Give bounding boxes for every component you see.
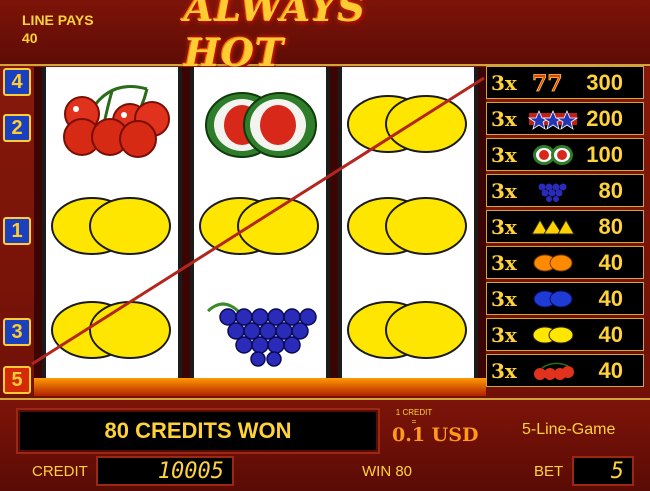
reel-1: [42, 67, 182, 383]
pay-value: 40: [598, 285, 623, 311]
melons-icon: [525, 142, 581, 168]
top-bar: LINE PAYS 40 ALWAYS HOT: [0, 0, 650, 75]
symbol-cherries: [46, 69, 178, 169]
plums-icon: [525, 286, 581, 312]
oranges-icon: [525, 250, 581, 276]
symbol-lemon: [342, 175, 474, 275]
stars-icon: [525, 106, 581, 132]
pay-value: 80: [598, 213, 623, 239]
game-logo: ALWAYS HOT: [184, 0, 460, 75]
symbol-melon: [194, 75, 326, 175]
pay-multiplier: 3x: [491, 286, 517, 311]
line-pays-value: 40: [22, 30, 38, 46]
win-display: WIN 80: [362, 463, 413, 480]
paytable-row: 3x 40: [486, 282, 644, 315]
pay-multiplier: 3x: [491, 106, 517, 131]
line-pays-label: LINE PAYS: [22, 12, 94, 28]
paytable-row: 3x 100: [486, 138, 644, 171]
paytable: 3x 77 300 3x 200 3x 100 3x 80 3x 80 3x 4…: [486, 66, 646, 391]
logo-text: ALWAYS HOT: [184, 0, 367, 75]
reels-area: [34, 67, 486, 389]
line-3-badge[interactable]: 3: [3, 318, 31, 346]
reel-3: [338, 67, 478, 383]
pay-value: 200: [586, 105, 623, 131]
symbol-grapes: [194, 279, 326, 379]
line-2-badge[interactable]: 2: [3, 114, 31, 142]
pay-value: 80: [598, 177, 623, 203]
paytable-row: 3x 77 300: [486, 66, 644, 99]
symbol-lemon: [342, 73, 474, 173]
credit-label: CREDIT: [32, 463, 88, 480]
pay-value: 40: [598, 321, 623, 347]
pay-multiplier: 3x: [491, 214, 517, 239]
lemons-icon: [525, 322, 581, 348]
win-message: 80 CREDITS WON: [18, 410, 378, 452]
cherries-icon: [525, 358, 581, 384]
grapes-icon: [525, 178, 581, 204]
paytable-row: 3x 40: [486, 246, 644, 279]
paytable-row: 3x 40: [486, 354, 644, 387]
pay-value: 40: [598, 249, 623, 275]
game-name: 5-Line-Game: [522, 421, 616, 438]
symbol-lemon: [46, 175, 178, 275]
pay-multiplier: 3x: [491, 142, 517, 167]
sevens-icon: 77: [525, 70, 581, 96]
paytable-row: 3x 80: [486, 210, 644, 243]
credit-rate-value: 0.1 USD: [392, 424, 479, 446]
line-4-badge[interactable]: 4: [3, 68, 31, 96]
paytable-row: 3x 200: [486, 102, 644, 135]
pay-multiplier: 3x: [491, 322, 517, 347]
bet-label: BET: [534, 463, 564, 480]
fire-strip: [34, 378, 486, 396]
pay-value: 300: [586, 69, 623, 95]
reel-2: [190, 67, 330, 383]
line-5-badge[interactable]: 5: [3, 366, 31, 394]
pay-multiplier: 3x: [491, 358, 517, 383]
paytable-row: 3x 40: [486, 318, 644, 351]
credit-display: 10005: [96, 456, 234, 486]
pay-multiplier: 3x: [491, 250, 517, 275]
svg-text:77: 77: [532, 72, 563, 94]
symbol-lemon: [342, 279, 474, 379]
pay-value: 100: [586, 141, 623, 167]
pay-value: 40: [598, 357, 623, 383]
bet-display[interactable]: 5: [572, 456, 634, 486]
bells-icon: [525, 214, 581, 240]
line-1-badge[interactable]: 1: [3, 217, 31, 245]
symbol-lemon: [194, 175, 326, 275]
paytable-row: 3x 80: [486, 174, 644, 207]
pay-multiplier: 3x: [491, 178, 517, 203]
symbol-lemon: [46, 279, 178, 379]
pay-multiplier: 3x: [491, 70, 517, 95]
